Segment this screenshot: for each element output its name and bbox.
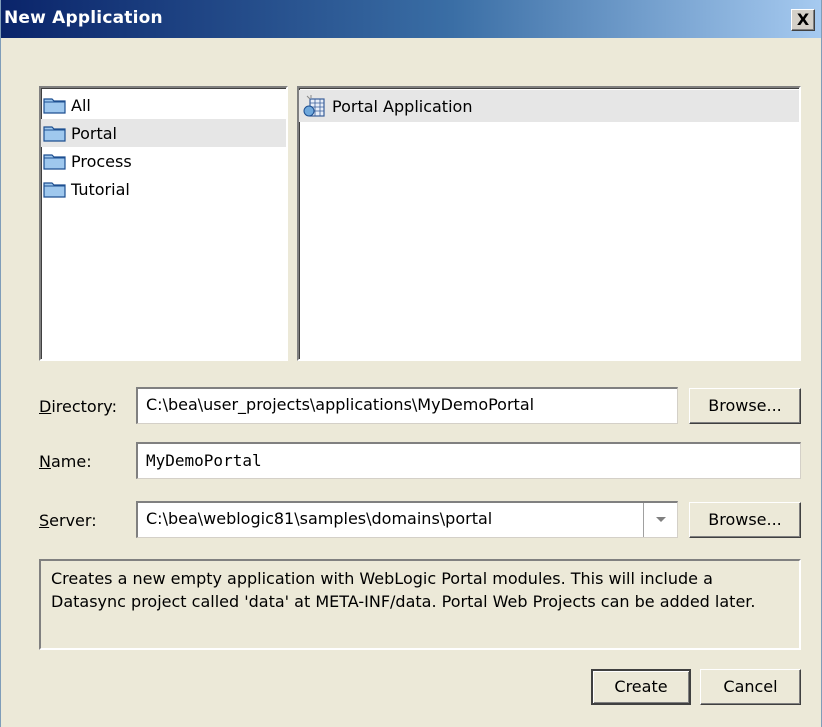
folder-icon [43,154,66,170]
new-application-dialog: New Application X All Portal Process Tut… [0,0,822,727]
chevron-down-icon [655,517,666,522]
server-dropdown-toggle[interactable] [643,503,677,537]
category-item-tutorial[interactable]: Tutorial [41,175,286,203]
category-label: Tutorial [71,179,130,199]
directory-field[interactable]: C:\bea\user_projects\applications\MyDemo… [136,387,678,424]
name-label: Name: [39,452,92,471]
category-item-portal[interactable]: Portal [41,119,286,147]
server-value: C:\bea\weblogic81\samples\domains\portal [146,509,493,528]
template-list[interactable]: Portal Application [297,86,801,361]
folder-icon [43,182,66,198]
server-label-text: erver: [49,511,97,530]
description-panel: Creates a new empty application with Web… [39,559,801,650]
window-title: New Application [4,8,163,28]
directory-mnemonic: D [39,397,52,416]
category-label: All [71,95,91,115]
name-mnemonic: N [39,452,51,471]
category-list[interactable]: All Portal Process Tutorial [39,86,288,361]
server-browse-button[interactable]: Browse... [689,502,801,538]
server-label: Server: [39,511,97,530]
name-label-text: ame: [50,452,92,471]
category-label: Portal [71,123,117,143]
folder-icon [43,98,66,114]
title-bar[interactable]: New Application X [1,0,821,38]
folder-icon [43,126,66,142]
create-button[interactable]: Create [591,669,691,705]
server-mnemonic: S [39,511,50,530]
template-label: Portal Application [332,96,473,116]
category-label: Process [71,151,132,171]
category-item-all[interactable]: All [41,91,286,119]
name-field[interactable]: MyDemoPortal [136,442,801,479]
close-button[interactable]: X [791,9,815,31]
template-item-portal-application[interactable]: Portal Application [299,90,799,122]
server-combobox[interactable]: C:\bea\weblogic81\samples\domains\portal [136,501,678,538]
cancel-button[interactable]: Cancel [700,669,801,705]
directory-label-text: irectory: [51,397,117,416]
directory-label: Directory: [39,397,117,416]
portal-application-icon [303,95,325,117]
directory-browse-button[interactable]: Browse... [689,388,801,424]
category-item-process[interactable]: Process [41,147,286,175]
